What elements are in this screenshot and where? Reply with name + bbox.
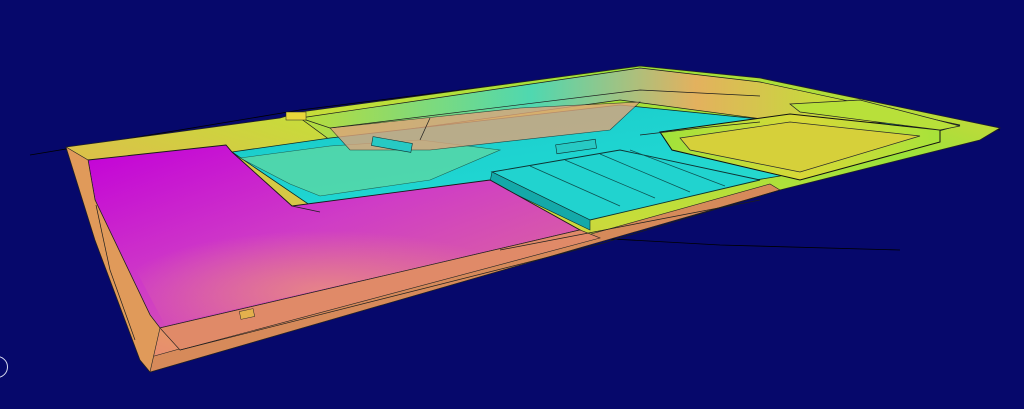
site-elevation-model[interactable] (0, 0, 1024, 409)
small-marker-4 (285, 111, 307, 121)
3d-viewport[interactable] (0, 0, 1024, 409)
